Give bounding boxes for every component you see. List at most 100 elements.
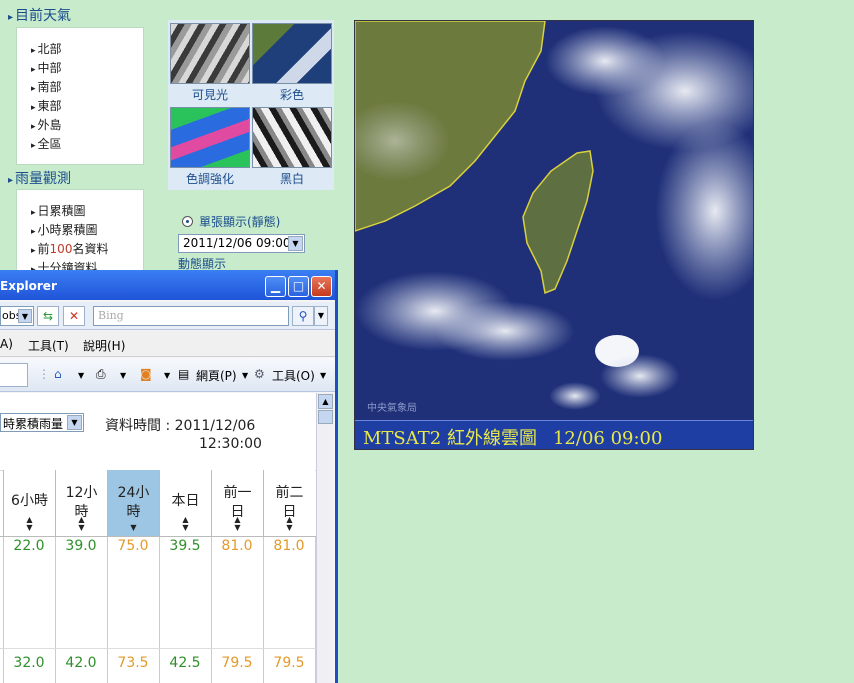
ie-window: Explorer ▁ □ ✕ obs ▼ ⇆ ✕ Bing ⚲ ▼ A) 工具(… bbox=[0, 270, 338, 683]
sort-icon[interactable]: ▲ ▼ bbox=[56, 516, 107, 532]
caption-time: 12/06 09:00 bbox=[552, 428, 663, 449]
time-select-value: 2011/12/06 09:00 bbox=[183, 236, 291, 250]
nav-item-islands[interactable]: 外島 bbox=[31, 116, 62, 133]
column-header-label: 24小時 bbox=[108, 484, 159, 522]
thumb-visible[interactable] bbox=[170, 23, 250, 84]
nav-item-north[interactable]: 北部 bbox=[31, 40, 62, 57]
separator: ⋮ bbox=[38, 367, 50, 381]
table-cell: 81.0 bbox=[221, 538, 253, 554]
header-line: 12小 bbox=[65, 485, 98, 501]
page-icon[interactable]: ▤ bbox=[178, 367, 189, 381]
refresh-icon[interactable]: ⇆ bbox=[37, 306, 59, 326]
close-button[interactable]: ✕ bbox=[311, 276, 332, 297]
satellite-caption: MTSAT2 紅外線雲圖 12/06 09:00 bbox=[355, 420, 753, 449]
print-icon[interactable]: ⎙ bbox=[96, 367, 106, 382]
rainfall-type-select[interactable]: 時累積雨量 ▼ bbox=[0, 413, 84, 432]
nav-item-daily[interactable]: 日累積圖 bbox=[31, 202, 86, 219]
search-input[interactable]: Bing bbox=[93, 306, 289, 326]
header-line: 6小時 bbox=[11, 493, 48, 509]
sort-icon[interactable]: ▲ ▼ bbox=[212, 516, 263, 532]
row-divider bbox=[0, 648, 316, 649]
rainfall-type-value: 時累積雨量 bbox=[3, 417, 64, 431]
sort-icon[interactable]: ▼ bbox=[108, 524, 159, 532]
table-cell: 32.0 bbox=[13, 655, 45, 671]
ie-title-bar[interactable]: Explorer ▁ □ ✕ bbox=[0, 270, 335, 300]
nav-section-rainfall[interactable]: 雨量觀測 bbox=[8, 168, 71, 188]
thumb-color[interactable] bbox=[252, 23, 332, 84]
chevron-down-icon[interactable]: ▼ bbox=[18, 309, 32, 323]
column-header[interactable]: 6小時 ▲ ▼ bbox=[3, 470, 55, 536]
table-cell: 39.5 bbox=[169, 538, 201, 554]
column-header[interactable]: 24小時 ▼ bbox=[107, 470, 159, 536]
time-select[interactable]: 2011/12/06 09:00 ▼ bbox=[178, 234, 305, 253]
header-line: 前二 bbox=[275, 485, 304, 501]
nav-box-rainfall: 日累積圖 小時累積圖 前100名資料 十分鐘資料 bbox=[16, 189, 144, 279]
minimize-button[interactable]: ▁ bbox=[265, 276, 286, 297]
nav-item-south[interactable]: 南部 bbox=[31, 78, 62, 95]
menu-item-tools[interactable]: 工具(T) bbox=[28, 337, 69, 354]
page-dropdown-icon[interactable]: ▼ bbox=[242, 371, 248, 380]
stop-icon[interactable]: ✕ bbox=[63, 306, 85, 326]
thumb-visible-label[interactable]: 可見光 bbox=[170, 86, 250, 103]
table-cell: 73.5 bbox=[117, 655, 149, 671]
top100-prefix: 前 bbox=[37, 242, 50, 256]
thumb-enhanced[interactable] bbox=[170, 107, 250, 168]
ie-menu-bar: A) 工具(T) 說明(H) bbox=[0, 331, 335, 357]
satellite-image: 中央氣象局 MTSAT2 紅外線雲圖 12/06 09:00 bbox=[340, 20, 775, 450]
sort-icon[interactable]: ▲ ▼ bbox=[160, 516, 211, 532]
radio-selected-icon[interactable] bbox=[182, 216, 193, 227]
chevron-down-icon[interactable]: ▼ bbox=[288, 236, 303, 251]
ie-title-text: Explorer bbox=[0, 279, 57, 293]
gear-icon[interactable]: ⚙ bbox=[254, 367, 265, 381]
menu-item-help[interactable]: 說明(H) bbox=[83, 337, 125, 354]
home-dropdown-icon[interactable]: ▼ bbox=[78, 371, 84, 380]
browser-tab[interactable] bbox=[0, 363, 28, 387]
data-time-label: 資料時間 : 2011/12/06 bbox=[105, 418, 256, 434]
nav-section-current-weather[interactable]: 目前天氣 bbox=[8, 5, 71, 25]
vertical-scrollbar[interactable]: ▲ bbox=[316, 393, 333, 683]
page-menu[interactable]: 網頁(P) bbox=[196, 367, 237, 384]
scroll-up-icon[interactable]: ▲ bbox=[318, 394, 333, 409]
column-header-label: 6小時 bbox=[4, 492, 55, 511]
table-cell: 42.0 bbox=[65, 655, 97, 671]
thumb-enhanced-label[interactable]: 色調強化 bbox=[170, 170, 250, 187]
sort-icon[interactable]: ▲ ▼ bbox=[264, 516, 315, 532]
ie-address-bar: obs ▼ ⇆ ✕ Bing ⚲ ▼ bbox=[0, 302, 335, 330]
menu-item-favorites[interactable]: A) bbox=[0, 337, 13, 351]
table-cell: 75.0 bbox=[117, 538, 149, 554]
search-options-chevron-icon[interactable]: ▼ bbox=[314, 306, 328, 326]
feed-icon[interactable]: ◙ bbox=[140, 367, 152, 381]
thumb-bw[interactable] bbox=[252, 107, 332, 168]
nav-item-hourly[interactable]: 小時累積圖 bbox=[31, 221, 98, 238]
scroll-thumb[interactable] bbox=[318, 410, 333, 424]
nav-item-central[interactable]: 中部 bbox=[31, 59, 62, 76]
search-icon[interactable]: ⚲ bbox=[292, 306, 314, 326]
print-dropdown-icon[interactable]: ▼ bbox=[120, 371, 126, 380]
table-cell: 39.0 bbox=[65, 538, 97, 554]
feed-dropdown-icon[interactable]: ▼ bbox=[164, 371, 170, 380]
tools-menu[interactable]: 工具(O) bbox=[272, 367, 315, 384]
column-header[interactable]: 12小時 ▲ ▼ bbox=[55, 470, 107, 536]
nav-item-all[interactable]: 全區 bbox=[31, 135, 62, 152]
header-line: 本日 bbox=[171, 493, 200, 509]
maximize-button[interactable]: □ bbox=[288, 276, 309, 297]
table-header-border bbox=[0, 536, 316, 537]
ie-command-bar: ⋮ ⌂ ▼ ⎙ ▼ ◙ ▼ ▤ 網頁(P) ▼ ⚙ 工具(O) ▼ bbox=[0, 358, 335, 392]
table-cell: 79.5 bbox=[221, 655, 253, 671]
thumb-bw-label[interactable]: 黑白 bbox=[252, 170, 332, 187]
single-display-option[interactable]: 單張顯示(靜態) bbox=[182, 213, 280, 230]
column-header[interactable]: 前一日 ▲ ▼ bbox=[211, 470, 263, 536]
home-icon[interactable]: ⌂ bbox=[54, 367, 62, 381]
thumb-color-label[interactable]: 彩色 bbox=[252, 86, 332, 103]
chevron-down-icon[interactable]: ▼ bbox=[67, 415, 82, 430]
satellite-thumbnails: 可見光 彩色 色調強化 黑白 bbox=[168, 20, 334, 190]
data-time-value: 12:30:00 bbox=[199, 436, 262, 452]
nav-item-top100[interactable]: 前100名資料 bbox=[31, 240, 109, 257]
nav-item-east[interactable]: 東部 bbox=[31, 97, 62, 114]
tools-dropdown-icon[interactable]: ▼ bbox=[320, 371, 326, 380]
header-line: 前一 bbox=[223, 485, 252, 501]
column-header[interactable]: 前二日 ▲ ▼ bbox=[263, 470, 315, 536]
column-header[interactable]: 本日 ▲ ▼ bbox=[159, 470, 211, 536]
address-input[interactable]: obs ▼ bbox=[0, 306, 34, 326]
sort-icon[interactable]: ▲ ▼ bbox=[4, 516, 55, 532]
